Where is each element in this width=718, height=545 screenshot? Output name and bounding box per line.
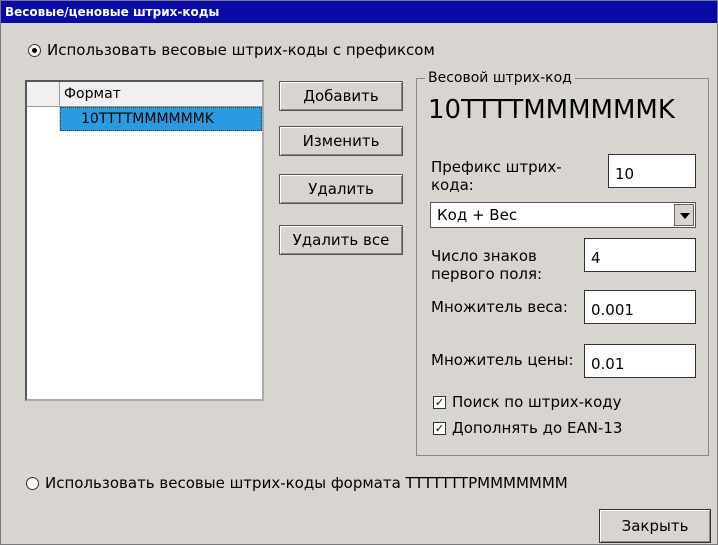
prefix-label: Префикс штрих- кода: — [431, 158, 562, 194]
prefix-barcodes-radio-label: Использовать весовые штрих-коды с префик… — [47, 41, 435, 59]
group-title: Весовой штрих-код — [425, 70, 575, 86]
prefix-label-line1: Префикс штрих- — [431, 158, 562, 176]
delete-all-button[interactable]: Удалить все — [279, 225, 403, 255]
prefix-input[interactable]: 10 — [608, 154, 696, 188]
first-field-input[interactable]: 4 — [584, 238, 696, 272]
close-button[interactable]: Закрыть — [599, 509, 711, 543]
format-barcodes-radio[interactable]: Использовать весовые штрих-коды формата … — [26, 474, 568, 492]
list-item-marker — [27, 107, 60, 131]
delete-button[interactable]: Удалить — [279, 174, 403, 204]
radio-checked-icon — [28, 43, 41, 57]
search-by-barcode-checkbox[interactable]: ✓ Поиск по штрих-коду — [433, 393, 622, 411]
first-field-label-line1: Число знаков — [431, 247, 537, 265]
barcode-dialog: Весовые/ценовые штрих-коды Использовать … — [0, 0, 718, 545]
mode-select-value: Код + Вес — [437, 206, 518, 224]
mode-select[interactable]: Код + Вес — [430, 202, 696, 228]
first-field-label: Число знаков первого поля: — [431, 247, 542, 283]
format-list-header: Формат — [27, 82, 262, 107]
ean13-checkbox[interactable]: ✓ Дополнять до EAN-13 — [433, 419, 622, 437]
price-multiplier-input[interactable]: 0.01 — [584, 344, 696, 378]
first-field-label-line2: первого поля: — [431, 265, 543, 283]
format-display: 10TTTTMMMMMMK — [428, 95, 675, 125]
prefix-label-line2: кода: — [431, 176, 474, 194]
window-title: Весовые/ценовые штрих-коды — [1, 1, 717, 23]
checkbox-checked-icon: ✓ — [433, 421, 446, 435]
search-by-barcode-label: Поиск по штрих-коду — [452, 393, 622, 411]
format-barcodes-radio-label: Использовать весовые штрих-коды формата … — [45, 474, 568, 492]
chevron-down-icon[interactable] — [674, 204, 694, 226]
list-item-format: 10TTTTMMMMMMK — [60, 107, 262, 131]
radio-unchecked-icon — [26, 476, 39, 490]
add-button[interactable]: Добавить — [279, 81, 403, 111]
weight-multiplier-label: Множитель веса: — [431, 298, 568, 316]
ean13-label: Дополнять до EAN-13 — [452, 419, 623, 437]
list-header-blank — [27, 82, 60, 106]
format-list[interactable]: Формат 10TTTTMMMMMMK — [25, 80, 264, 401]
edit-button[interactable]: Изменить — [279, 126, 403, 156]
format-column-header: Формат — [64, 86, 121, 102]
weight-multiplier-input[interactable]: 0.001 — [584, 290, 696, 324]
checkbox-checked-icon: ✓ — [433, 395, 446, 409]
price-multiplier-label: Множитель цены: — [431, 351, 574, 369]
prefix-barcodes-radio[interactable]: Использовать весовые штрих-коды с префик… — [28, 41, 435, 59]
list-item[interactable]: 10TTTTMMMMMMK — [27, 107, 262, 131]
